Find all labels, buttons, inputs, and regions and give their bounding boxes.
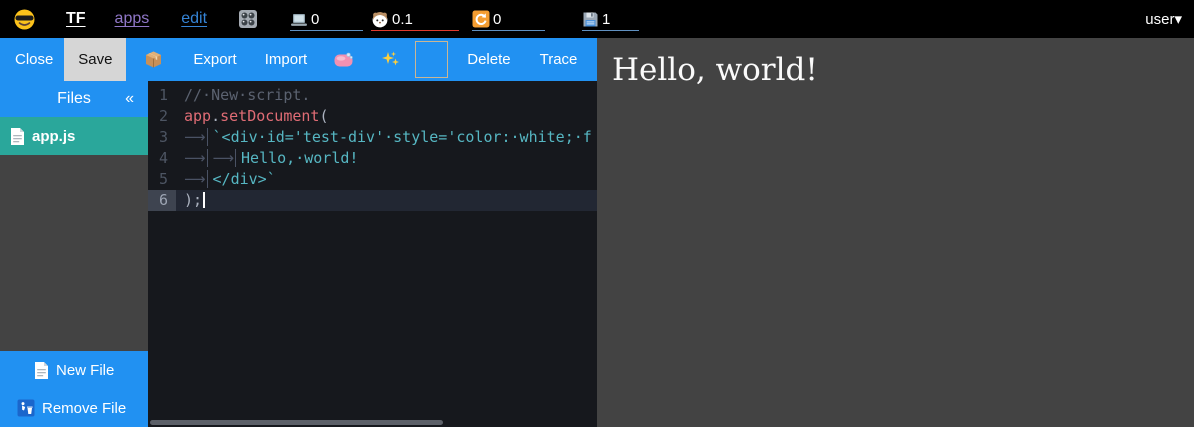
- remove-file-button[interactable]: Remove File: [0, 389, 148, 427]
- token-punct: (: [319, 107, 328, 125]
- laptop-stat-value: 0: [311, 11, 319, 28]
- trace-button[interactable]: Trace: [540, 51, 578, 68]
- code-text: ⟶ </div>`: [184, 169, 276, 190]
- user-menu-label: user: [1145, 11, 1174, 28]
- token-punct: );: [184, 191, 202, 209]
- line-number: 6: [148, 190, 176, 211]
- file-item-label: app.js: [32, 128, 75, 145]
- hamster-stat-field[interactable]: 0.1: [371, 7, 459, 31]
- files-panel-title: Files: [57, 90, 91, 108]
- control-knobs-icon[interactable]: [237, 8, 259, 30]
- code-text: );: [184, 190, 205, 211]
- package-icon: [144, 50, 163, 69]
- laptop-stat-field[interactable]: 0: [290, 7, 363, 31]
- close-button[interactable]: Close: [15, 51, 53, 68]
- token-string: Hello,·world!: [241, 149, 358, 167]
- hamster-icon: [371, 11, 389, 28]
- delete-button[interactable]: Delete: [467, 51, 510, 68]
- code-editor[interactable]: 1//·New·script.2app.setDocument(3⟶`<div·…: [148, 81, 597, 427]
- code-text: app.setDocument(: [184, 106, 329, 127]
- top-menu-bar: TF apps edit 0: [0, 0, 1194, 38]
- soap-icon: [334, 52, 353, 67]
- sunglasses-face-icon[interactable]: [14, 9, 35, 30]
- token-name: app: [184, 107, 211, 125]
- horizontal-scrollbar[interactable]: [150, 420, 443, 425]
- editor-rows: 1//·New·script.2app.setDocument(3⟶`<div·…: [148, 81, 597, 211]
- code-text: ⟶⟶Hello,·world!: [184, 148, 358, 169]
- caret-down-icon: ▾: [1174, 11, 1182, 28]
- line-number: 4: [148, 148, 176, 169]
- empty-toolbar-box[interactable]: [415, 41, 448, 78]
- token-string: </div>`: [213, 170, 276, 188]
- code-line[interactable]: 3 ⟶ `<div·id='test-div'·style='color:·whit…: [148, 127, 597, 148]
- files-panel-header: Files «: [0, 81, 148, 117]
- line-number: 3: [148, 127, 176, 148]
- remove-file-label: Remove File: [42, 400, 126, 417]
- export-button[interactable]: Export: [193, 51, 236, 68]
- tab-whitespace-marker: ⟶: [184, 149, 208, 167]
- file-item-appjs[interactable]: app.js: [0, 117, 148, 155]
- save-button[interactable]: Save: [64, 38, 126, 81]
- import-button[interactable]: Import: [265, 51, 308, 68]
- brand-link-tf[interactable]: TF: [66, 10, 86, 28]
- document-icon: [10, 127, 25, 146]
- laptop-icon: [290, 12, 308, 28]
- refresh-stat-value: 0: [493, 11, 501, 28]
- line-number: 5: [148, 169, 176, 190]
- code-line[interactable]: 1 //·New·script.: [148, 85, 597, 106]
- new-file-button[interactable]: New File: [0, 351, 148, 389]
- code-text: //·New·script.: [184, 85, 310, 106]
- app-window: TF apps edit 0: [0, 0, 1194, 427]
- tab-whitespace-marker: ⟶: [184, 170, 208, 188]
- code-line[interactable]: 2 app.setDocument(: [148, 106, 597, 127]
- tab-whitespace-marker: ⟶: [213, 149, 237, 167]
- file-list-empty-area: [0, 155, 148, 351]
- preview-heading: Hello, world!: [597, 38, 1194, 88]
- code-line[interactable]: 6);: [148, 190, 597, 211]
- hamster-stat-value: 0.1: [392, 11, 413, 28]
- editor-toolbar: Close Save Export Import: [0, 38, 597, 81]
- refresh-icon: [472, 10, 490, 28]
- line-number: 1: [148, 85, 176, 106]
- new-file-label: New File: [56, 362, 114, 379]
- token-comment: //·New·script.: [184, 86, 310, 104]
- new-file-icon: [34, 361, 49, 380]
- code-line[interactable]: 5 ⟶ </div>`: [148, 169, 597, 190]
- litter-bin-icon: [17, 399, 35, 417]
- sparkles-icon: [381, 50, 400, 69]
- floppy-stat-field[interactable]: 1: [582, 7, 639, 31]
- apps-link[interactable]: apps: [115, 10, 150, 28]
- token-punct: .: [211, 107, 220, 125]
- floppy-icon: [582, 11, 599, 28]
- token-string: `<div·id='test-div'·style='color:·white;…: [213, 128, 592, 146]
- preview-pane: Hello, world!: [597, 38, 1194, 427]
- files-sidebar: Files « app.js: [0, 81, 148, 427]
- refresh-stat-field[interactable]: 0: [472, 7, 545, 31]
- soap-button[interactable]: [334, 52, 353, 67]
- edit-link[interactable]: edit: [181, 10, 207, 28]
- code-text: ⟶ `<div·id='test-div'·style='color:·white…: [184, 127, 592, 148]
- code-line[interactable]: 4⟶⟶Hello,·world!: [148, 148, 597, 169]
- package-button[interactable]: [144, 50, 163, 69]
- sparkles-button[interactable]: [381, 50, 400, 69]
- token-name: setDocument: [220, 107, 319, 125]
- collapse-sidebar-icon[interactable]: «: [125, 90, 134, 108]
- tab-whitespace-marker: ⟶: [184, 128, 208, 146]
- text-cursor: [203, 192, 205, 208]
- user-menu[interactable]: user▾: [1145, 10, 1182, 28]
- floppy-stat-value: 1: [602, 11, 610, 28]
- line-number: 2: [148, 106, 176, 127]
